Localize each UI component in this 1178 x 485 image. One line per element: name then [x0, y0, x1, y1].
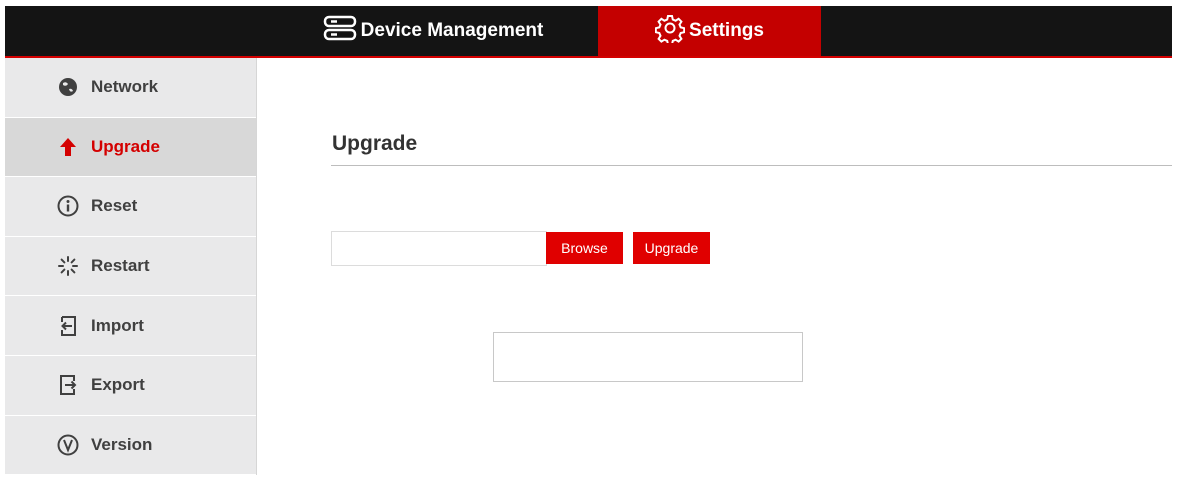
gear-icon — [654, 13, 689, 49]
spinner-icon — [57, 255, 79, 277]
info-icon — [57, 195, 79, 217]
sidebar-item-reset[interactable]: Reset — [5, 177, 256, 237]
top-navigation-bar: Device Management Settings — [5, 6, 1172, 58]
sidebar-item-label: Import — [91, 315, 144, 335]
sidebar-item-label: Export — [91, 375, 145, 395]
globe-icon — [57, 76, 79, 98]
sidebar-item-restart[interactable]: Restart — [5, 237, 256, 297]
sidebar-item-upgrade[interactable]: Upgrade — [5, 117, 256, 178]
tab-settings-label: Settings — [689, 20, 764, 41]
sidebar-item-import[interactable]: Import — [5, 296, 256, 356]
export-icon — [57, 374, 79, 396]
import-icon — [57, 315, 79, 337]
sidebar: Network Upgrade Reset Restart Import Exp… — [5, 58, 257, 476]
file-path-input[interactable] — [331, 231, 547, 266]
tab-device-management-label: Device Management — [360, 20, 544, 41]
tab-device-management[interactable]: Device Management — [313, 6, 553, 56]
server-icon — [323, 15, 361, 47]
page-title: Upgrade — [332, 132, 418, 155]
browse-button[interactable]: Browse — [546, 232, 623, 264]
sidebar-item-label: Reset — [91, 196, 138, 216]
sidebar-item-label: Network — [91, 77, 159, 97]
upgrade-status-box — [493, 332, 803, 382]
title-divider — [331, 165, 1172, 166]
version-icon — [57, 434, 79, 456]
sidebar-item-network[interactable]: Network — [5, 58, 256, 118]
sidebar-item-label: Version — [91, 434, 153, 454]
sidebar-item-export[interactable]: Export — [5, 356, 256, 416]
tab-settings[interactable]: Settings — [598, 6, 821, 56]
sidebar-item-label: Upgrade — [91, 136, 160, 156]
arrow-up-icon — [57, 136, 79, 158]
sidebar-item-version[interactable]: Version — [5, 416, 256, 476]
upgrade-button[interactable]: Upgrade — [633, 232, 710, 264]
sidebar-item-label: Restart — [91, 256, 150, 276]
